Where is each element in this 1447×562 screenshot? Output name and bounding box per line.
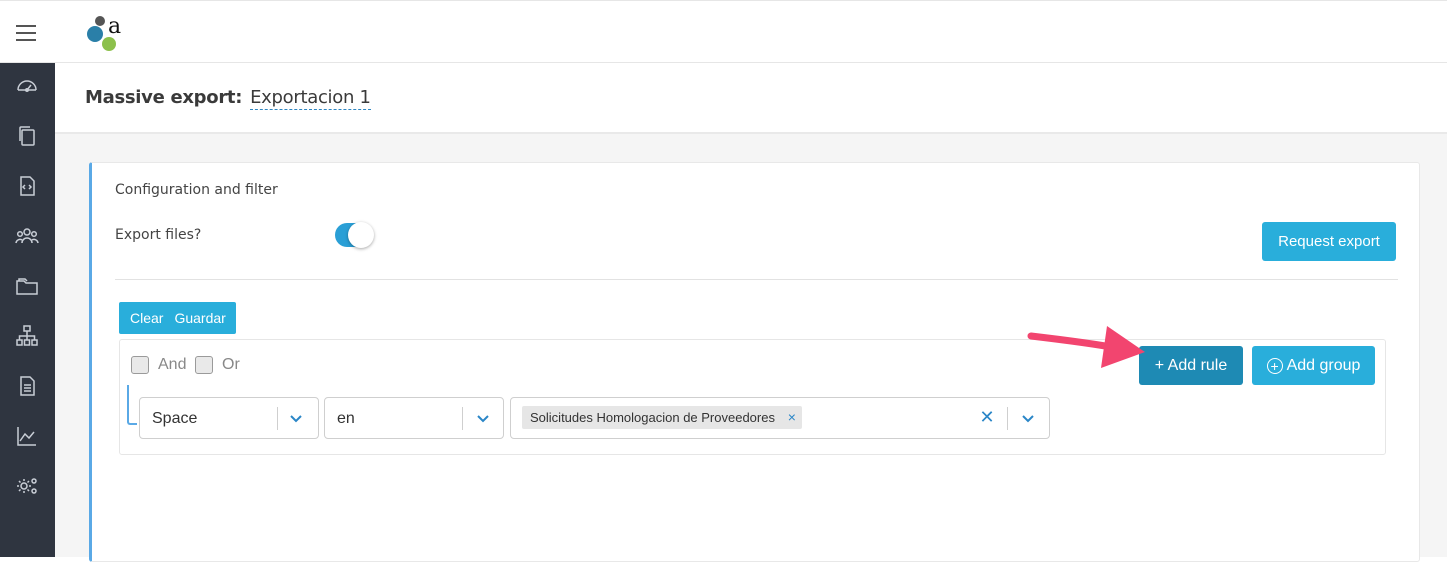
svg-text:a: a [108,14,121,39]
select-separator [1007,407,1008,430]
chevron-down-icon[interactable] [288,410,304,426]
users-group-icon[interactable] [14,223,40,249]
and-label: And [158,356,187,373]
document-list-icon[interactable] [14,373,40,399]
plus-circle-icon: + [1266,357,1283,374]
org-hierarchy-icon[interactable] [14,323,40,349]
top-bar: a [0,0,1447,63]
clear-button[interactable]: Clear [119,302,174,334]
selected-value-tag: Solicitudes Homologacion de Proveedores … [522,406,802,429]
remove-tag-icon[interactable]: × [788,406,796,429]
export-files-toggle[interactable] [335,222,374,248]
content-area: Configuration and filter Export files? R… [55,134,1447,562]
dashboard-gauge-icon[interactable] [14,73,40,99]
settings-gears-icon[interactable] [14,473,40,499]
divider [115,279,1398,280]
sidebar [0,63,55,557]
page-title: Massive export: Exportacion 1 [85,87,371,110]
toggle-knob [348,222,374,248]
or-label: Or [222,356,240,373]
page-header: Massive export: Exportacion 1 [55,63,1447,134]
select-separator [277,407,278,430]
add-group-label: Add group [1286,356,1361,374]
and-checkbox[interactable] [131,356,149,374]
line-chart-icon[interactable] [14,423,40,449]
rule-operator-select[interactable]: en [324,397,504,439]
hamburger-menu-icon[interactable] [16,22,46,44]
or-checkbox[interactable] [195,356,213,374]
condition-or[interactable]: Or [195,356,240,374]
guardar-button[interactable]: Guardar [174,302,235,334]
folder-icon[interactable] [14,273,40,299]
rule-field-value: Space [152,410,198,427]
panel-title: Configuration and filter [115,182,278,198]
add-group-button[interactable]: + Add group [1252,346,1375,385]
chevron-down-icon[interactable] [475,410,491,426]
clear-selection-icon[interactable]: ✕ [978,407,996,429]
export-name-editable[interactable]: Exportacion 1 [250,87,371,110]
chevron-down-icon[interactable] [1020,410,1036,426]
page-title-label: Massive export: [85,87,243,108]
rule-operator-value: en [337,410,355,427]
selected-value-label: Solicitudes Homologacion de Proveedores [530,410,775,425]
app-logo[interactable]: a [84,11,128,55]
select-separator [462,407,463,430]
rule-field-select[interactable]: Space [139,397,319,439]
rule-tree-connector [127,385,137,425]
query-actions-group: Clear Guardar [119,302,236,334]
rule-value-multiselect[interactable]: Solicitudes Homologacion de Proveedores … [510,397,1050,439]
code-file-icon[interactable] [14,173,40,199]
condition-and[interactable]: And [131,356,186,374]
request-export-button[interactable]: Request export [1262,222,1396,261]
add-rule-button[interactable]: + Add rule [1139,346,1243,385]
configuration-panel: Configuration and filter Export files? R… [89,162,1420,562]
copy-documents-icon[interactable] [14,123,40,149]
query-builder-group: And Or + Add rule + Add group Space en S… [119,339,1386,455]
export-files-label: Export files? [115,227,202,243]
